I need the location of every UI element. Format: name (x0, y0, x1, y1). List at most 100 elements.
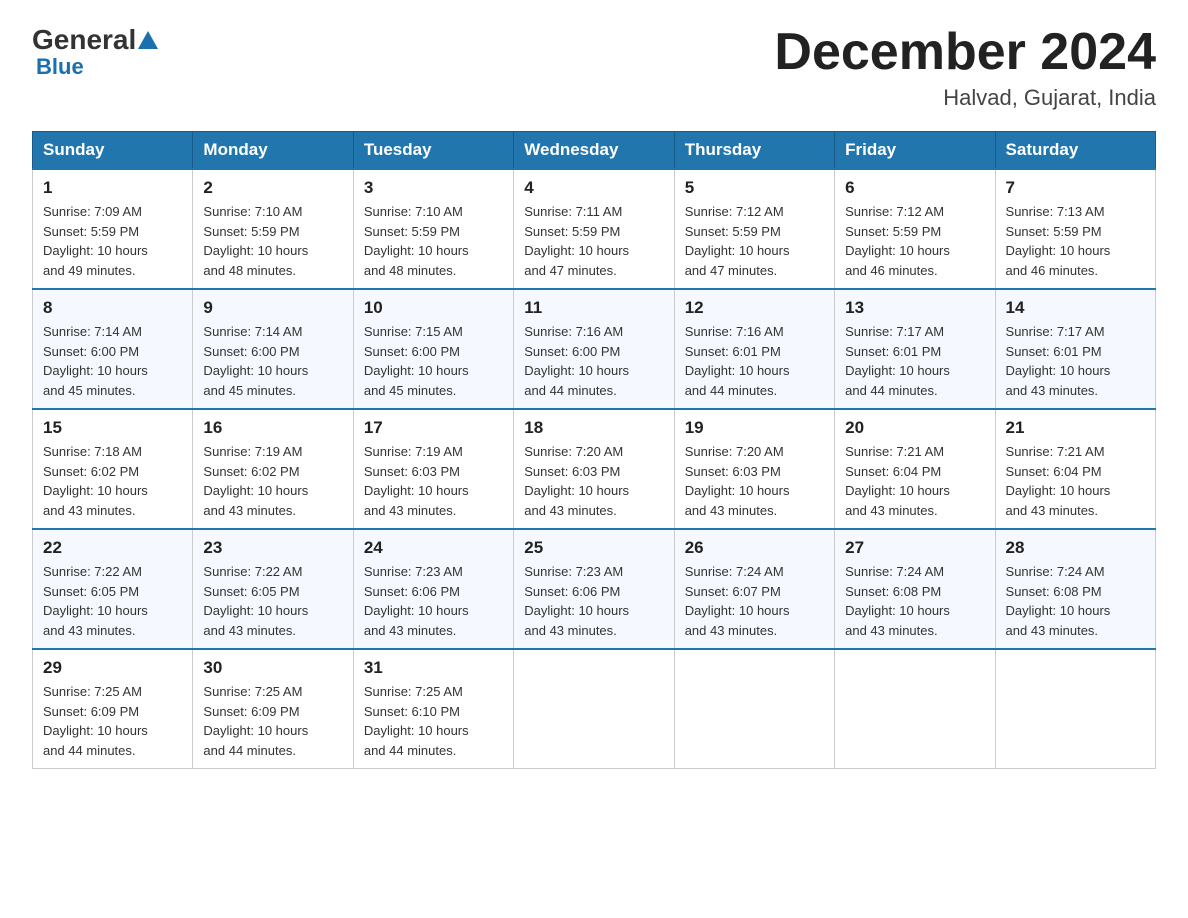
day-cell (514, 649, 674, 769)
calendar-header-row: SundayMondayTuesdayWednesdayThursdayFrid… (33, 132, 1156, 170)
day-cell: 17 Sunrise: 7:19 AM Sunset: 6:03 PM Dayl… (353, 409, 513, 529)
header-tuesday: Tuesday (353, 132, 513, 170)
day-info: Sunrise: 7:22 AM Sunset: 6:05 PM Dayligh… (43, 562, 182, 640)
day-info: Sunrise: 7:22 AM Sunset: 6:05 PM Dayligh… (203, 562, 342, 640)
day-cell (835, 649, 995, 769)
month-title: December 2024 (774, 24, 1156, 81)
day-number: 3 (364, 178, 503, 198)
day-info: Sunrise: 7:17 AM Sunset: 6:01 PM Dayligh… (1006, 322, 1145, 400)
day-number: 11 (524, 298, 663, 318)
day-number: 16 (203, 418, 342, 438)
day-number: 19 (685, 418, 824, 438)
day-number: 29 (43, 658, 182, 678)
day-info: Sunrise: 7:18 AM Sunset: 6:02 PM Dayligh… (43, 442, 182, 520)
day-cell: 27 Sunrise: 7:24 AM Sunset: 6:08 PM Dayl… (835, 529, 995, 649)
day-info: Sunrise: 7:25 AM Sunset: 6:09 PM Dayligh… (203, 682, 342, 760)
week-row-3: 15 Sunrise: 7:18 AM Sunset: 6:02 PM Dayl… (33, 409, 1156, 529)
day-number: 15 (43, 418, 182, 438)
day-info: Sunrise: 7:16 AM Sunset: 6:01 PM Dayligh… (685, 322, 824, 400)
day-info: Sunrise: 7:20 AM Sunset: 6:03 PM Dayligh… (524, 442, 663, 520)
day-number: 27 (845, 538, 984, 558)
location-title: Halvad, Gujarat, India (774, 85, 1156, 111)
day-cell: 10 Sunrise: 7:15 AM Sunset: 6:00 PM Dayl… (353, 289, 513, 409)
day-info: Sunrise: 7:23 AM Sunset: 6:06 PM Dayligh… (524, 562, 663, 640)
day-cell (995, 649, 1155, 769)
day-number: 28 (1006, 538, 1145, 558)
day-number: 22 (43, 538, 182, 558)
day-info: Sunrise: 7:25 AM Sunset: 6:09 PM Dayligh… (43, 682, 182, 760)
day-info: Sunrise: 7:17 AM Sunset: 6:01 PM Dayligh… (845, 322, 984, 400)
day-cell: 31 Sunrise: 7:25 AM Sunset: 6:10 PM Dayl… (353, 649, 513, 769)
day-info: Sunrise: 7:21 AM Sunset: 6:04 PM Dayligh… (1006, 442, 1145, 520)
header-friday: Friday (835, 132, 995, 170)
week-row-1: 1 Sunrise: 7:09 AM Sunset: 5:59 PM Dayli… (33, 169, 1156, 289)
day-cell: 7 Sunrise: 7:13 AM Sunset: 5:59 PM Dayli… (995, 169, 1155, 289)
day-info: Sunrise: 7:15 AM Sunset: 6:00 PM Dayligh… (364, 322, 503, 400)
day-cell: 24 Sunrise: 7:23 AM Sunset: 6:06 PM Dayl… (353, 529, 513, 649)
day-number: 9 (203, 298, 342, 318)
day-number: 26 (685, 538, 824, 558)
day-info: Sunrise: 7:12 AM Sunset: 5:59 PM Dayligh… (845, 202, 984, 280)
day-cell: 30 Sunrise: 7:25 AM Sunset: 6:09 PM Dayl… (193, 649, 353, 769)
day-cell: 29 Sunrise: 7:25 AM Sunset: 6:09 PM Dayl… (33, 649, 193, 769)
day-cell: 15 Sunrise: 7:18 AM Sunset: 6:02 PM Dayl… (33, 409, 193, 529)
day-cell (674, 649, 834, 769)
day-number: 6 (845, 178, 984, 198)
day-cell: 1 Sunrise: 7:09 AM Sunset: 5:59 PM Dayli… (33, 169, 193, 289)
day-cell: 6 Sunrise: 7:12 AM Sunset: 5:59 PM Dayli… (835, 169, 995, 289)
day-number: 12 (685, 298, 824, 318)
header-thursday: Thursday (674, 132, 834, 170)
day-number: 25 (524, 538, 663, 558)
header-wednesday: Wednesday (514, 132, 674, 170)
day-cell: 18 Sunrise: 7:20 AM Sunset: 6:03 PM Dayl… (514, 409, 674, 529)
day-number: 21 (1006, 418, 1145, 438)
day-info: Sunrise: 7:24 AM Sunset: 6:08 PM Dayligh… (1006, 562, 1145, 640)
logo: General Blue (32, 24, 158, 80)
day-cell: 25 Sunrise: 7:23 AM Sunset: 6:06 PM Dayl… (514, 529, 674, 649)
day-cell: 4 Sunrise: 7:11 AM Sunset: 5:59 PM Dayli… (514, 169, 674, 289)
day-number: 24 (364, 538, 503, 558)
day-cell: 11 Sunrise: 7:16 AM Sunset: 6:00 PM Dayl… (514, 289, 674, 409)
day-cell: 23 Sunrise: 7:22 AM Sunset: 6:05 PM Dayl… (193, 529, 353, 649)
day-number: 14 (1006, 298, 1145, 318)
day-number: 2 (203, 178, 342, 198)
day-number: 18 (524, 418, 663, 438)
title-area: December 2024 Halvad, Gujarat, India (774, 24, 1156, 111)
day-number: 13 (845, 298, 984, 318)
day-info: Sunrise: 7:19 AM Sunset: 6:02 PM Dayligh… (203, 442, 342, 520)
day-info: Sunrise: 7:11 AM Sunset: 5:59 PM Dayligh… (524, 202, 663, 280)
day-cell: 14 Sunrise: 7:17 AM Sunset: 6:01 PM Dayl… (995, 289, 1155, 409)
day-cell: 13 Sunrise: 7:17 AM Sunset: 6:01 PM Dayl… (835, 289, 995, 409)
day-cell: 3 Sunrise: 7:10 AM Sunset: 5:59 PM Dayli… (353, 169, 513, 289)
day-cell: 28 Sunrise: 7:24 AM Sunset: 6:08 PM Dayl… (995, 529, 1155, 649)
week-row-2: 8 Sunrise: 7:14 AM Sunset: 6:00 PM Dayli… (33, 289, 1156, 409)
day-number: 1 (43, 178, 182, 198)
day-info: Sunrise: 7:21 AM Sunset: 6:04 PM Dayligh… (845, 442, 984, 520)
day-cell: 22 Sunrise: 7:22 AM Sunset: 6:05 PM Dayl… (33, 529, 193, 649)
day-cell: 26 Sunrise: 7:24 AM Sunset: 6:07 PM Dayl… (674, 529, 834, 649)
calendar-table: SundayMondayTuesdayWednesdayThursdayFrid… (32, 131, 1156, 769)
day-cell: 5 Sunrise: 7:12 AM Sunset: 5:59 PM Dayli… (674, 169, 834, 289)
logo-triangle-icon (138, 24, 158, 56)
day-info: Sunrise: 7:13 AM Sunset: 5:59 PM Dayligh… (1006, 202, 1145, 280)
header-saturday: Saturday (995, 132, 1155, 170)
day-info: Sunrise: 7:24 AM Sunset: 6:08 PM Dayligh… (845, 562, 984, 640)
day-info: Sunrise: 7:12 AM Sunset: 5:59 PM Dayligh… (685, 202, 824, 280)
day-number: 30 (203, 658, 342, 678)
page-header: General Blue December 2024 Halvad, Gujar… (32, 24, 1156, 111)
day-cell: 20 Sunrise: 7:21 AM Sunset: 6:04 PM Dayl… (835, 409, 995, 529)
day-info: Sunrise: 7:19 AM Sunset: 6:03 PM Dayligh… (364, 442, 503, 520)
day-number: 10 (364, 298, 503, 318)
week-row-4: 22 Sunrise: 7:22 AM Sunset: 6:05 PM Dayl… (33, 529, 1156, 649)
day-number: 7 (1006, 178, 1145, 198)
day-info: Sunrise: 7:10 AM Sunset: 5:59 PM Dayligh… (203, 202, 342, 280)
day-number: 23 (203, 538, 342, 558)
day-cell: 2 Sunrise: 7:10 AM Sunset: 5:59 PM Dayli… (193, 169, 353, 289)
day-info: Sunrise: 7:23 AM Sunset: 6:06 PM Dayligh… (364, 562, 503, 640)
day-number: 20 (845, 418, 984, 438)
header-sunday: Sunday (33, 132, 193, 170)
day-number: 17 (364, 418, 503, 438)
day-cell: 8 Sunrise: 7:14 AM Sunset: 6:00 PM Dayli… (33, 289, 193, 409)
day-info: Sunrise: 7:24 AM Sunset: 6:07 PM Dayligh… (685, 562, 824, 640)
day-number: 8 (43, 298, 182, 318)
